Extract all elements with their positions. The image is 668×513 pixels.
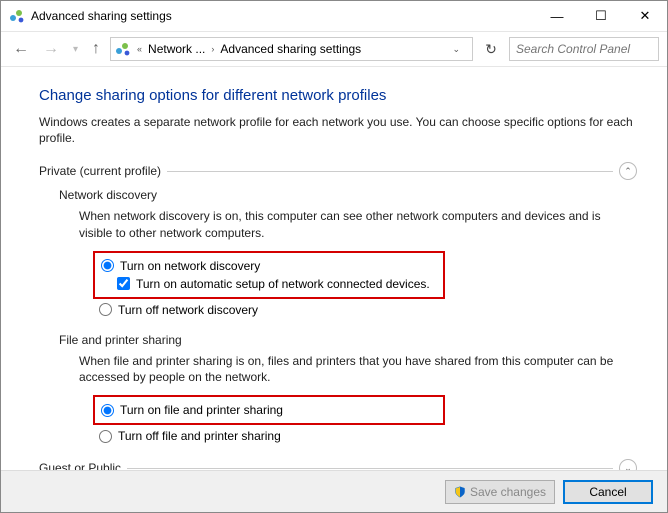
radio-nd-on-row[interactable]: Turn on network discovery bbox=[101, 257, 437, 275]
recent-dropdown-icon[interactable]: ▾ bbox=[69, 42, 82, 57]
radio-fp-off[interactable] bbox=[99, 430, 112, 443]
file-printer-heading: File and printer sharing bbox=[59, 333, 637, 347]
breadcrumb-separator-icon[interactable]: « bbox=[135, 44, 144, 54]
radio-nd-off-row[interactable]: Turn off network discovery bbox=[99, 301, 637, 319]
highlight-box: Turn on file and printer sharing bbox=[93, 395, 445, 425]
radio-fp-off-row[interactable]: Turn off file and printer sharing bbox=[99, 427, 637, 445]
section-private-title: Private (current profile) bbox=[39, 164, 161, 178]
page-description: Windows creates a separate network profi… bbox=[39, 114, 637, 146]
chevron-up-icon[interactable]: ⌃ bbox=[619, 162, 637, 180]
section-guest-header[interactable]: Guest or Public ⌄ bbox=[39, 459, 637, 470]
forward-button[interactable]: → bbox=[39, 38, 63, 60]
chevron-down-icon[interactable]: ⌄ bbox=[619, 459, 637, 470]
breadcrumb-separator-icon[interactable]: › bbox=[209, 44, 216, 54]
radio-fp-on-label: Turn on file and printer sharing bbox=[120, 401, 283, 419]
radio-fp-on-row[interactable]: Turn on file and printer sharing bbox=[101, 401, 437, 419]
back-button[interactable]: ← bbox=[9, 38, 33, 60]
refresh-button[interactable]: ↻ bbox=[479, 41, 503, 58]
radio-nd-on-label: Turn on network discovery bbox=[120, 257, 260, 275]
search-input[interactable] bbox=[509, 37, 659, 61]
radio-nd-off[interactable] bbox=[99, 303, 112, 316]
radio-nd-off-label: Turn off network discovery bbox=[118, 301, 258, 319]
location-icon bbox=[115, 41, 131, 57]
maximize-button[interactable]: ☐ bbox=[579, 1, 623, 31]
breadcrumb-item[interactable]: Advanced sharing settings bbox=[220, 42, 361, 56]
window-controls: — ☐ ✕ bbox=[535, 1, 667, 31]
section-guest-title: Guest or Public bbox=[39, 461, 121, 470]
cancel-button[interactable]: Cancel bbox=[563, 480, 653, 504]
save-changes-label: Save changes bbox=[470, 485, 546, 499]
address-bar[interactable]: « Network ... › Advanced sharing setting… bbox=[110, 37, 473, 61]
cancel-label: Cancel bbox=[589, 485, 626, 499]
app-icon bbox=[9, 8, 25, 24]
network-discovery-desc: When network discovery is on, this compu… bbox=[79, 208, 627, 240]
checkbox-auto-setup[interactable] bbox=[117, 277, 130, 290]
rule bbox=[127, 468, 613, 469]
file-printer-desc: When file and printer sharing is on, fil… bbox=[79, 353, 627, 385]
radio-nd-on[interactable] bbox=[101, 259, 114, 272]
shield-icon bbox=[454, 486, 466, 498]
content-area: Change sharing options for different net… bbox=[1, 67, 667, 470]
breadcrumb-item[interactable]: Network ... bbox=[148, 42, 205, 56]
save-changes-button[interactable]: Save changes bbox=[445, 480, 555, 504]
breadcrumb-dropdown-icon[interactable]: ⌄ bbox=[450, 44, 462, 55]
toolbar: ← → ▾ ↑ « Network ... › Advanced sharing… bbox=[1, 31, 667, 67]
network-discovery-heading: Network discovery bbox=[59, 188, 637, 202]
radio-fp-off-label: Turn off file and printer sharing bbox=[118, 427, 281, 445]
title-bar: Advanced sharing settings — ☐ ✕ bbox=[1, 1, 667, 31]
highlight-box: Turn on network discovery Turn on automa… bbox=[93, 251, 445, 299]
checkbox-auto-setup-label: Turn on automatic setup of network conne… bbox=[136, 275, 430, 293]
minimize-button[interactable]: — bbox=[535, 1, 579, 31]
checkbox-auto-setup-row[interactable]: Turn on automatic setup of network conne… bbox=[117, 275, 437, 293]
rule bbox=[167, 171, 613, 172]
close-button[interactable]: ✕ bbox=[623, 1, 667, 31]
page-title: Change sharing options for different net… bbox=[39, 87, 637, 104]
window-title: Advanced sharing settings bbox=[31, 9, 535, 23]
radio-fp-on[interactable] bbox=[101, 404, 114, 417]
up-button[interactable]: ↑ bbox=[88, 38, 104, 60]
section-private-header[interactable]: Private (current profile) ⌃ bbox=[39, 162, 637, 180]
footer: Save changes Cancel bbox=[1, 470, 667, 512]
